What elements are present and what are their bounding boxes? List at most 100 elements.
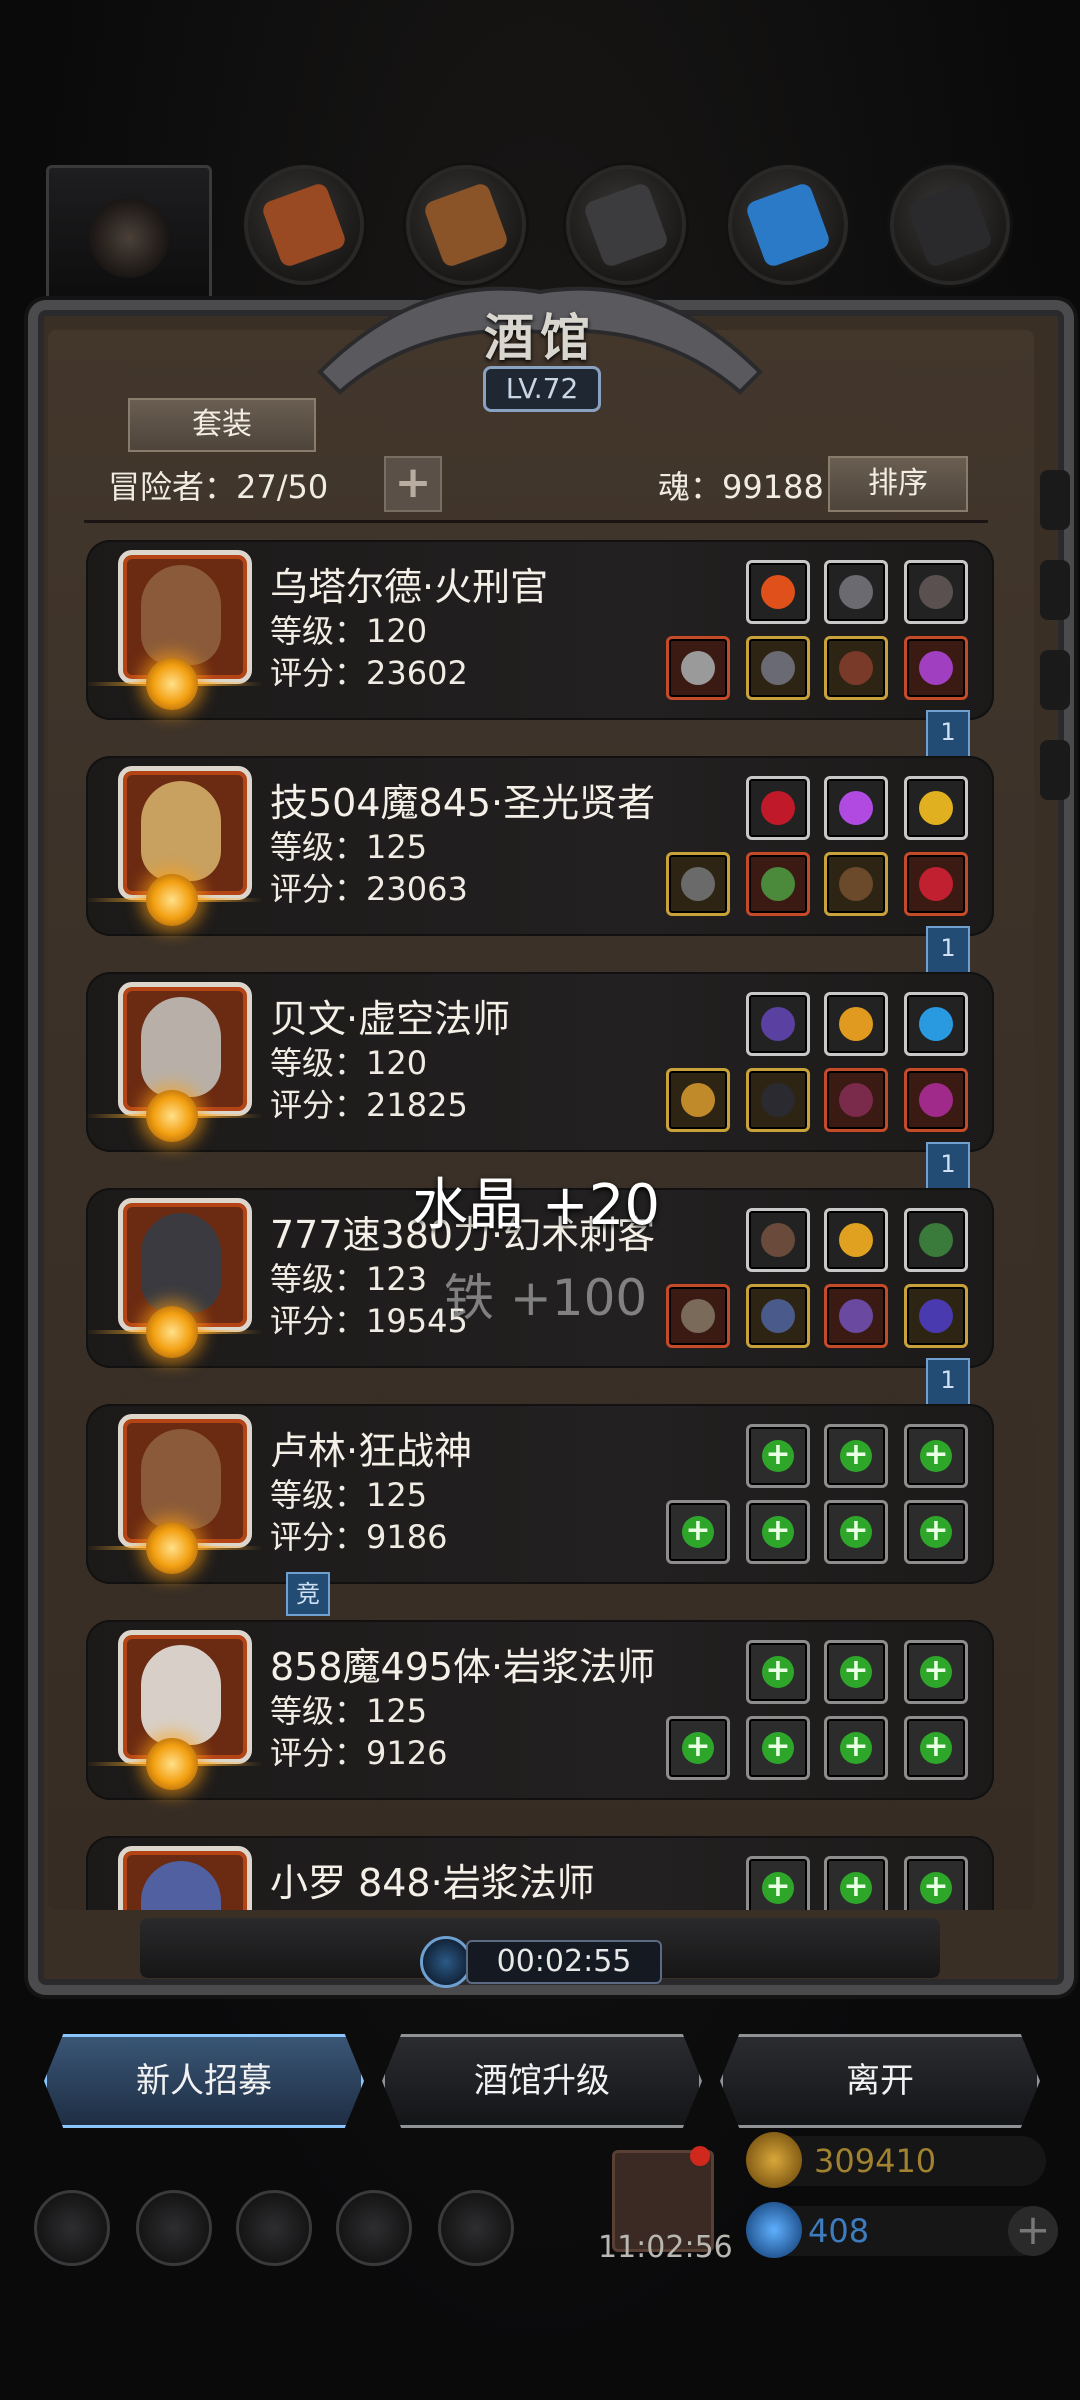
empty-equip-slot[interactable]: + bbox=[746, 1856, 810, 1910]
equip-slot[interactable] bbox=[746, 852, 810, 916]
equip-slot[interactable] bbox=[824, 992, 888, 1056]
hero-card[interactable]: 卢林·狂战神 等级：125 评分：9186 + + + + + + + bbox=[86, 1404, 994, 1584]
empty-equip-slot[interactable]: + bbox=[824, 1716, 888, 1780]
equip-slot[interactable] bbox=[904, 992, 968, 1056]
add-equip-icon: + bbox=[762, 1656, 794, 1688]
settings-gear-icon[interactable] bbox=[34, 2190, 110, 2266]
empty-equip-slot[interactable]: + bbox=[904, 1640, 968, 1704]
empty-equip-slot[interactable]: + bbox=[746, 1640, 810, 1704]
refresh-timer: 00:02:55 bbox=[466, 1940, 662, 1984]
equip-slot[interactable] bbox=[824, 776, 888, 840]
empty-equip-slot[interactable]: + bbox=[904, 1500, 968, 1564]
equip-slot[interactable] bbox=[904, 852, 968, 916]
empty-equip-slot[interactable]: + bbox=[824, 1424, 888, 1488]
star-emblem-icon bbox=[146, 658, 198, 710]
empty-equip-slot[interactable]: + bbox=[746, 1500, 810, 1564]
recruit-button[interactable]: 新人招募 bbox=[44, 2034, 364, 2128]
equip-slot[interactable] bbox=[824, 560, 888, 624]
add-equip-icon: + bbox=[840, 1872, 872, 1904]
equip-slot[interactable] bbox=[904, 1208, 968, 1272]
empty-equip-slot[interactable]: + bbox=[746, 1716, 810, 1780]
empty-equip-slot[interactable]: + bbox=[904, 1716, 968, 1780]
add-currency-button[interactable]: + bbox=[1008, 2206, 1058, 2256]
mail-icon[interactable] bbox=[336, 2190, 412, 2266]
equip-slot[interactable] bbox=[746, 776, 810, 840]
clock-icon bbox=[420, 1936, 472, 1988]
adventurer-count: 冒险者：27/50 bbox=[108, 468, 329, 506]
add-equip-icon: + bbox=[762, 1440, 794, 1472]
suit-button[interactable]: 套装 bbox=[128, 398, 316, 452]
upgrade-tavern-button[interactable]: 酒馆升级 bbox=[382, 2034, 702, 2128]
hero-level: 等级：125 bbox=[270, 1476, 428, 1514]
side-tab[interactable] bbox=[1040, 560, 1070, 620]
hero-score: 评分：9186 bbox=[270, 1518, 448, 1556]
empty-equip-slot[interactable]: + bbox=[666, 1500, 730, 1564]
achievement-icon[interactable] bbox=[136, 2190, 212, 2266]
equip-slot[interactable] bbox=[746, 636, 810, 700]
equip-slot[interactable] bbox=[746, 1208, 810, 1272]
hero-name: 858魔495体·岩浆法师 bbox=[270, 1645, 656, 1689]
add-equip-icon: + bbox=[840, 1732, 872, 1764]
hero-score: 评分：23602 bbox=[270, 654, 468, 692]
empty-equip-slot[interactable]: + bbox=[904, 1856, 968, 1910]
equip-slot[interactable] bbox=[666, 852, 730, 916]
side-tab[interactable] bbox=[1040, 470, 1070, 530]
equip-slot[interactable] bbox=[746, 1068, 810, 1132]
tab-tavern[interactable] bbox=[46, 165, 212, 301]
notification-dot bbox=[690, 2146, 710, 2166]
side-tab[interactable] bbox=[1040, 740, 1070, 800]
empty-equip-slot[interactable]: + bbox=[904, 1424, 968, 1488]
empty-equip-slot[interactable]: + bbox=[824, 1856, 888, 1910]
tab-stone[interactable] bbox=[890, 165, 1010, 285]
codex-icon[interactable] bbox=[236, 2190, 312, 2266]
star-emblem-icon bbox=[146, 1522, 198, 1574]
gift-timer: 11:02:56 bbox=[598, 2230, 733, 2265]
empty-equip-slot[interactable]: + bbox=[666, 1716, 730, 1780]
add-equip-icon: + bbox=[920, 1440, 952, 1472]
hero-score: 评分：23063 bbox=[270, 870, 468, 908]
hero-name: 小罗 848·岩浆法师 bbox=[270, 1861, 595, 1905]
hero-card[interactable]: 小罗 848·岩浆法师 + + + bbox=[86, 1836, 994, 1910]
hero-card[interactable]: 技504魔845·圣光贤者 等级：125 评分：23063 bbox=[86, 756, 994, 936]
equip-slot[interactable] bbox=[666, 1068, 730, 1132]
add-equip-icon: + bbox=[762, 1732, 794, 1764]
equip-slot[interactable] bbox=[824, 1068, 888, 1132]
equip-slot[interactable] bbox=[824, 636, 888, 700]
equip-slot[interactable] bbox=[746, 1284, 810, 1348]
empty-equip-slot[interactable]: + bbox=[824, 1500, 888, 1564]
gem-amount: 408 bbox=[808, 2212, 870, 2250]
equip-slot[interactable] bbox=[904, 1284, 968, 1348]
equip-slot[interactable] bbox=[746, 992, 810, 1056]
add-equip-icon: + bbox=[840, 1516, 872, 1548]
leave-button[interactable]: 离开 bbox=[720, 2034, 1040, 2128]
gold-coin-icon bbox=[746, 2132, 802, 2188]
add-equip-icon: + bbox=[920, 1732, 952, 1764]
hero-card[interactable]: 858魔495体·岩浆法师 等级：125 评分：9126 + + + + + +… bbox=[86, 1620, 994, 1800]
add-equip-icon: + bbox=[920, 1872, 952, 1904]
hero-card[interactable]: 贝文·虚空法师 等级：120 评分：21825 bbox=[86, 972, 994, 1152]
gem-icon bbox=[746, 2202, 802, 2258]
divider bbox=[84, 520, 988, 523]
equip-slot[interactable] bbox=[904, 560, 968, 624]
hero-level: 等级：123 bbox=[270, 1260, 428, 1298]
sort-button[interactable]: 排序 bbox=[828, 456, 968, 512]
equip-slot[interactable] bbox=[904, 1068, 968, 1132]
add-slot-button[interactable]: + bbox=[384, 456, 442, 512]
equip-slot[interactable] bbox=[666, 636, 730, 700]
equip-slot[interactable] bbox=[904, 776, 968, 840]
add-equip-icon: + bbox=[840, 1656, 872, 1688]
shop-icon[interactable] bbox=[438, 2190, 514, 2266]
empty-equip-slot[interactable]: + bbox=[824, 1640, 888, 1704]
hero-score: 评分：9126 bbox=[270, 1734, 448, 1772]
hero-level: 等级：125 bbox=[270, 828, 428, 866]
add-equip-icon: + bbox=[840, 1440, 872, 1472]
equip-slot[interactable] bbox=[824, 1208, 888, 1272]
equip-slot[interactable] bbox=[746, 560, 810, 624]
hero-card[interactable]: 乌塔尔德·火刑官 等级：120 评分：23602 bbox=[86, 540, 994, 720]
equip-slot[interactable] bbox=[666, 1284, 730, 1348]
side-tab[interactable] bbox=[1040, 650, 1070, 710]
equip-slot[interactable] bbox=[904, 636, 968, 700]
equip-slot[interactable] bbox=[824, 852, 888, 916]
equip-slot[interactable] bbox=[824, 1284, 888, 1348]
empty-equip-slot[interactable]: + bbox=[746, 1424, 810, 1488]
